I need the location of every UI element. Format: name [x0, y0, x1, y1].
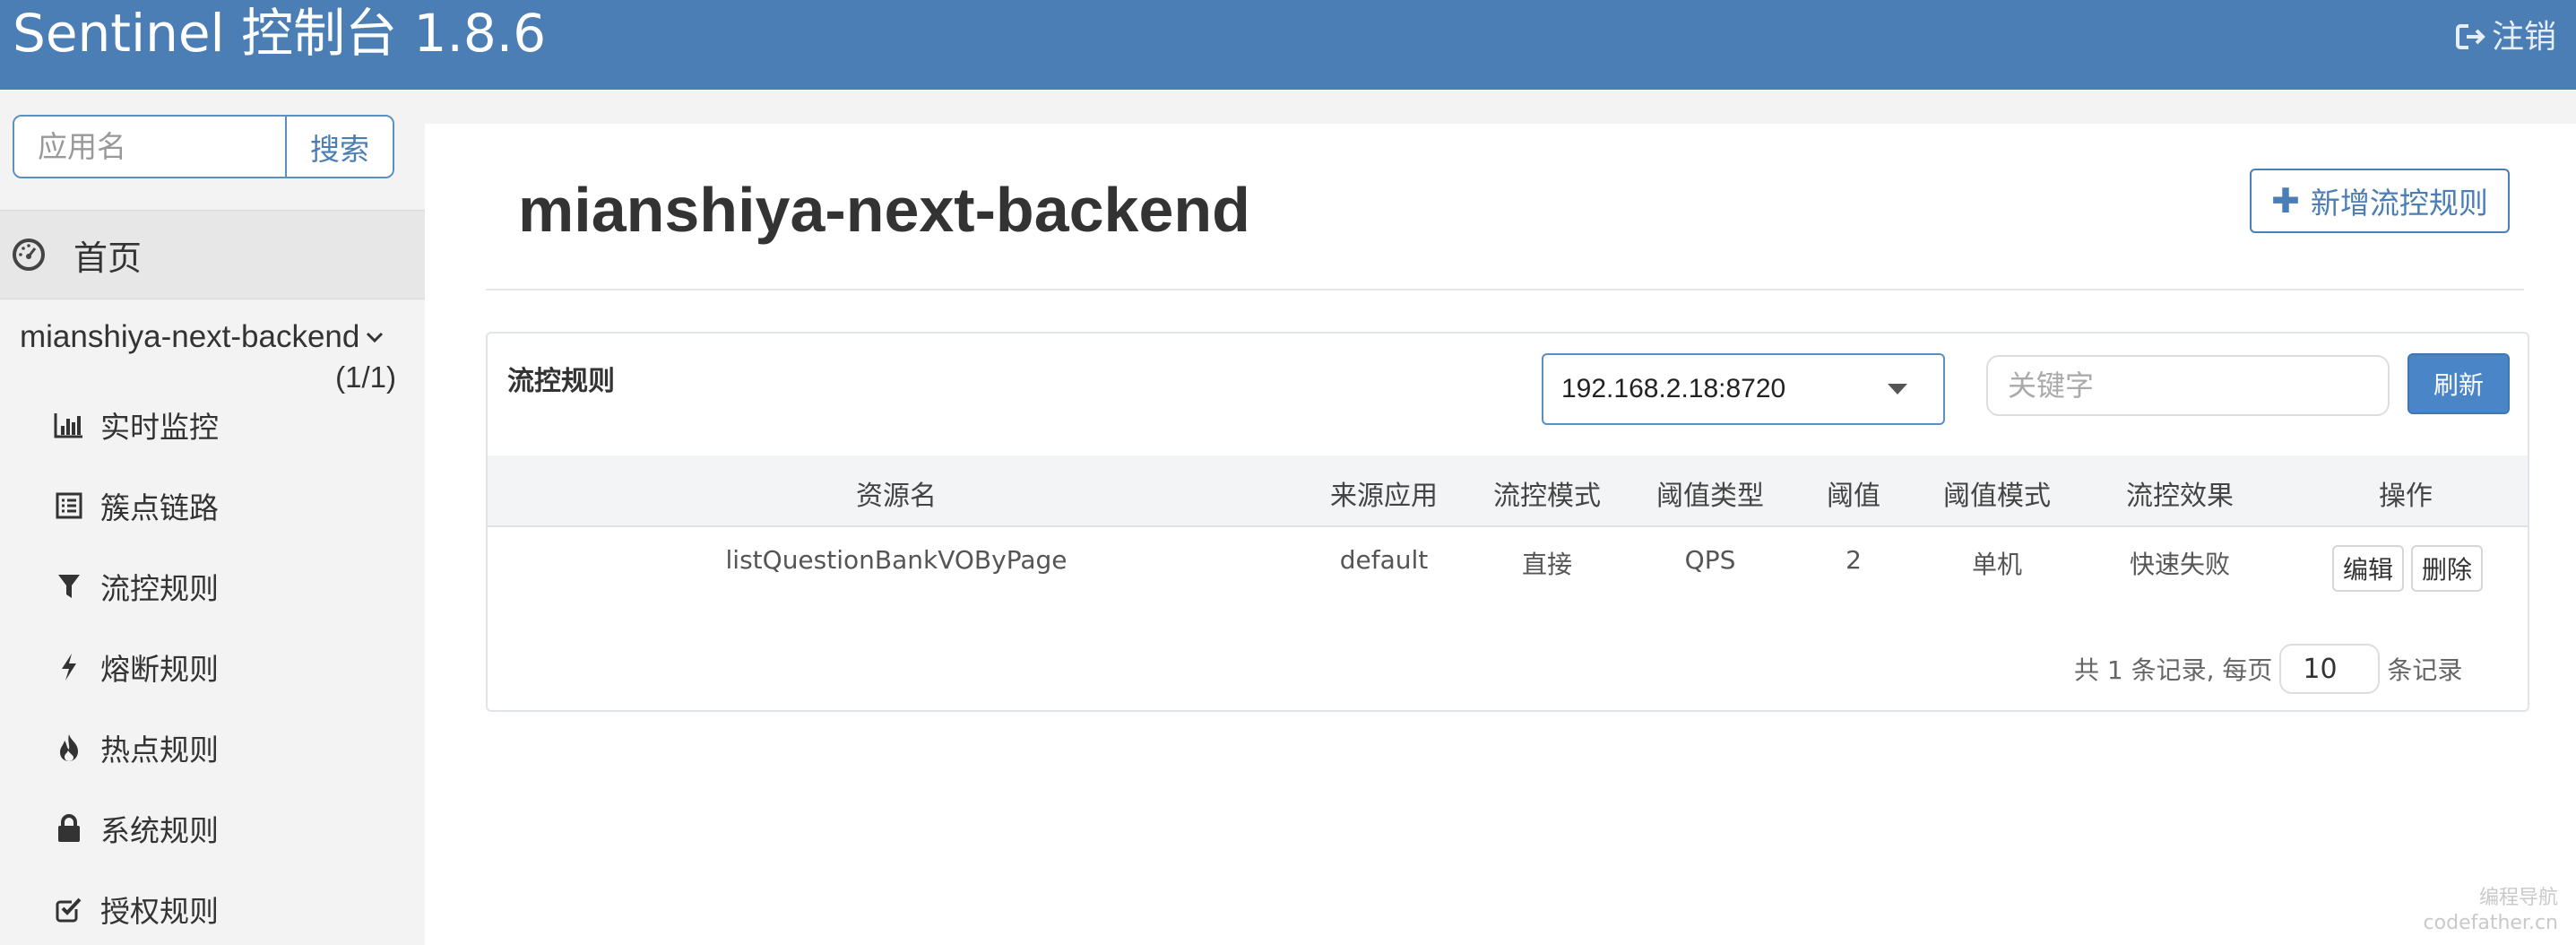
sidebar-item-label: 簇点链路: [100, 490, 219, 525]
add-flow-rule-label: 新增流控规则: [2310, 186, 2488, 221]
app-search-input[interactable]: [14, 117, 287, 177]
caret-down-icon: [1888, 384, 1907, 394]
column-header: 操作: [2379, 481, 2433, 512]
pager-suffix: 条记录: [2387, 655, 2463, 685]
edit-button[interactable]: 编辑: [2332, 545, 2404, 592]
delete-button[interactable]: 删除: [2411, 545, 2483, 592]
top-navbar: Sentinel 控制台 1.8.6 注销: [0, 0, 2576, 90]
cell-threshold-type: QPS: [1684, 545, 1736, 575]
app-search-group: 搜索: [13, 115, 394, 178]
pager-total-text: 共 1 条记录, 每页: [2074, 655, 2273, 685]
lock-icon: [54, 814, 84, 843]
pagination: 共 1 条记录, 每页 10 条记录: [2074, 644, 2462, 694]
sidebar-item-label: 实时监控: [100, 410, 219, 445]
sidebar-item-home-label: 首页: [73, 238, 143, 278]
dashboard-icon: [11, 237, 47, 273]
flow-rules-panel: 流控规则 192.168.2.18:8720 刷新 资源名 来源应用 流控模式 …: [486, 332, 2529, 712]
sidebar-app-machine-count: (1/1): [335, 360, 396, 394]
column-header: 阈值模式: [1943, 481, 2051, 512]
sidebar-item-cluster-link[interactable]: 簇点链路: [54, 484, 219, 527]
bar-chart-icon: [54, 412, 84, 438]
app-brand-title[interactable]: Sentinel 控制台 1.8.6: [13, 2, 546, 65]
column-header: 来源应用: [1330, 481, 1438, 512]
refresh-button[interactable]: 刷新: [2407, 353, 2510, 414]
sidebar-item-label: 热点规则: [100, 733, 219, 767]
cell-threshold: 2: [1846, 545, 1862, 575]
keyword-search-input[interactable]: [1986, 355, 2390, 416]
list-icon: [54, 492, 84, 519]
sidebar-item-label: 系统规则: [100, 813, 219, 848]
main-content: mianshiya-next-backend ✚ 新增流控规则 流控规则 192…: [425, 124, 2576, 945]
sidebar-item-system-rules[interactable]: 系统规则: [54, 807, 219, 850]
filter-icon: [54, 573, 84, 600]
column-header: 资源名: [856, 481, 937, 512]
sidebar-item-degrade-rules[interactable]: 熔断规则: [54, 646, 219, 689]
cell-effect: 快速失败: [2129, 550, 2231, 579]
column-header: 阈值: [1827, 481, 1880, 512]
sidebar: 搜索 首页 mianshiya-next-backend (1/1): [0, 90, 425, 945]
page-size-input[interactable]: 10: [2279, 644, 2381, 694]
cell-resource: listQuestionBankVOByPage: [725, 545, 1068, 575]
chevron-down-icon: [365, 330, 385, 344]
add-flow-rule-button[interactable]: ✚ 新增流控规则: [2250, 169, 2510, 233]
panel-title: 流控规则: [507, 366, 615, 397]
sidebar-app-name: mianshiya-next-backend: [20, 319, 360, 354]
column-header: 阈值类型: [1656, 481, 1764, 512]
logout-link[interactable]: 注销: [2455, 16, 2556, 57]
sidebar-item-label: 授权规则: [100, 894, 219, 929]
watermark-line: codefather.cn: [2423, 912, 2558, 934]
cell-source-app: default: [1339, 545, 1429, 575]
check-square-icon: [54, 896, 84, 923]
logout-label: 注销: [2491, 18, 2556, 55]
table-row: listQuestionBankVOByPage default 直接 QPS …: [488, 527, 2528, 608]
watermark: 编程导航 codefather.cn: [2424, 886, 2558, 936]
sidebar-item-realtime-monitor[interactable]: 实时监控: [54, 403, 219, 446]
fire-icon: [54, 733, 84, 762]
sidebar-app-entry[interactable]: mianshiya-next-backend (1/1): [20, 319, 396, 394]
sidebar-item-label: 流控规则: [100, 571, 219, 606]
sidebar-item-home[interactable]: 首页: [0, 210, 425, 299]
machine-select-value: 192.168.2.18:8720: [1561, 374, 1786, 403]
machine-select[interactable]: 192.168.2.18:8720: [1542, 353, 1945, 425]
sidebar-item-label: 熔断规则: [100, 652, 219, 687]
sidebar-item-hotspot-rules[interactable]: 热点规则: [54, 726, 219, 769]
watermark-line: 编程导航: [2478, 887, 2558, 909]
cell-flow-mode: 直接: [1521, 550, 1573, 579]
column-header: 流控模式: [1493, 481, 1601, 512]
title-divider: [486, 289, 2524, 290]
sidebar-item-flow-rules[interactable]: 流控规则: [54, 565, 219, 608]
table-header: 资源名 来源应用 流控模式 阈值类型 阈值 阈值模式 流控效果 操作: [488, 455, 2528, 527]
app-search-button[interactable]: 搜索: [287, 117, 393, 177]
flash-icon: [54, 653, 84, 681]
plus-icon: ✚: [2271, 181, 2300, 221]
page-title: mianshiya-next-backend: [518, 175, 1250, 245]
sign-out-icon: [2455, 24, 2485, 49]
column-header: 流控效果: [2126, 481, 2234, 512]
sidebar-item-authority-rules[interactable]: 授权规则: [54, 888, 219, 931]
cell-threshold-mode: 单机: [1971, 550, 2023, 579]
